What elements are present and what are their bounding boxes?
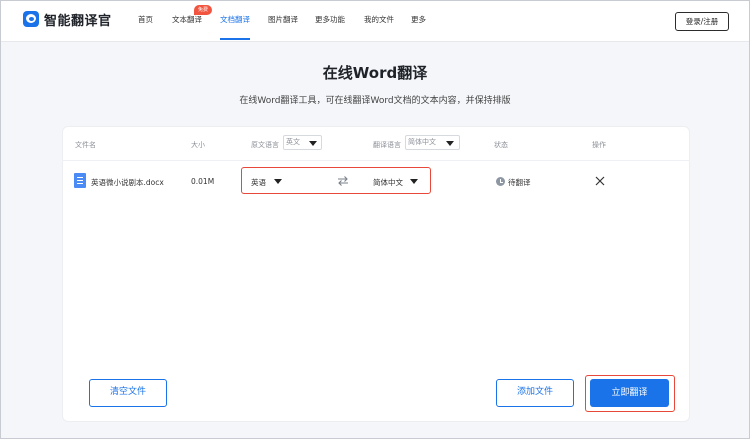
nav-item-text-translate[interactable]: 文本翻译 [172,14,202,25]
swap-arrows-icon[interactable] [337,175,349,187]
nav-active-indicator [220,38,250,40]
app-name[interactable]: 智能翻译官 [44,10,112,29]
nav-item-more-features[interactable]: 更多功能 [315,14,345,25]
header-divider [62,160,690,161]
header-source-lang: 原文语言 [251,141,279,149]
close-icon[interactable] [595,176,605,186]
chevron-down-icon [309,141,317,146]
chevron-down-icon[interactable] [410,179,418,184]
chevron-down-icon [446,141,454,146]
file-name: 英语微小说剧本.docx [91,178,164,187]
row-source-lang-select[interactable]: 英语 [251,177,266,188]
target-lang-default-value: 简体中文 [408,138,436,146]
nav-item-my-files[interactable]: 我的文件 [364,14,394,25]
translate-now-button[interactable]: 立即翻译 [590,379,669,407]
status-text: 待翻译 [508,178,531,187]
add-file-button[interactable]: 添加文件 [496,379,574,407]
docx-file-icon [74,173,86,188]
nav-item-image-translate[interactable]: 图片翻译 [268,14,298,25]
nav-item-more[interactable]: 更多 [411,14,426,25]
file-size: 0.01M [191,177,215,186]
source-lang-default-value: 英文 [286,138,300,146]
clock-icon [496,177,505,186]
nav-item-doc-translate[interactable]: 文档翻译 [220,14,250,25]
login-register-button[interactable]: 登录/注册 [675,12,729,31]
header-target-lang: 翻译语言 [373,141,401,149]
app-logo-icon[interactable] [23,11,39,27]
header-action: 操作 [592,141,606,149]
header-size: 大小 [191,141,205,149]
page-subtitle: 在线Word翻译工具，可在线翻译Word文档的文本内容，并保持排版 [239,96,511,106]
free-badge: 免费 [194,5,213,15]
page-title: 在线Word翻译 [322,64,428,82]
nav-item-home[interactable]: 首页 [138,14,153,25]
header-status: 状态 [494,141,508,149]
header-file-name: 文件名 [75,141,96,149]
clear-files-button[interactable]: 清空文件 [89,379,167,407]
row-target-lang-select[interactable]: 简体中文 [373,177,403,188]
chevron-down-icon[interactable] [274,179,282,184]
